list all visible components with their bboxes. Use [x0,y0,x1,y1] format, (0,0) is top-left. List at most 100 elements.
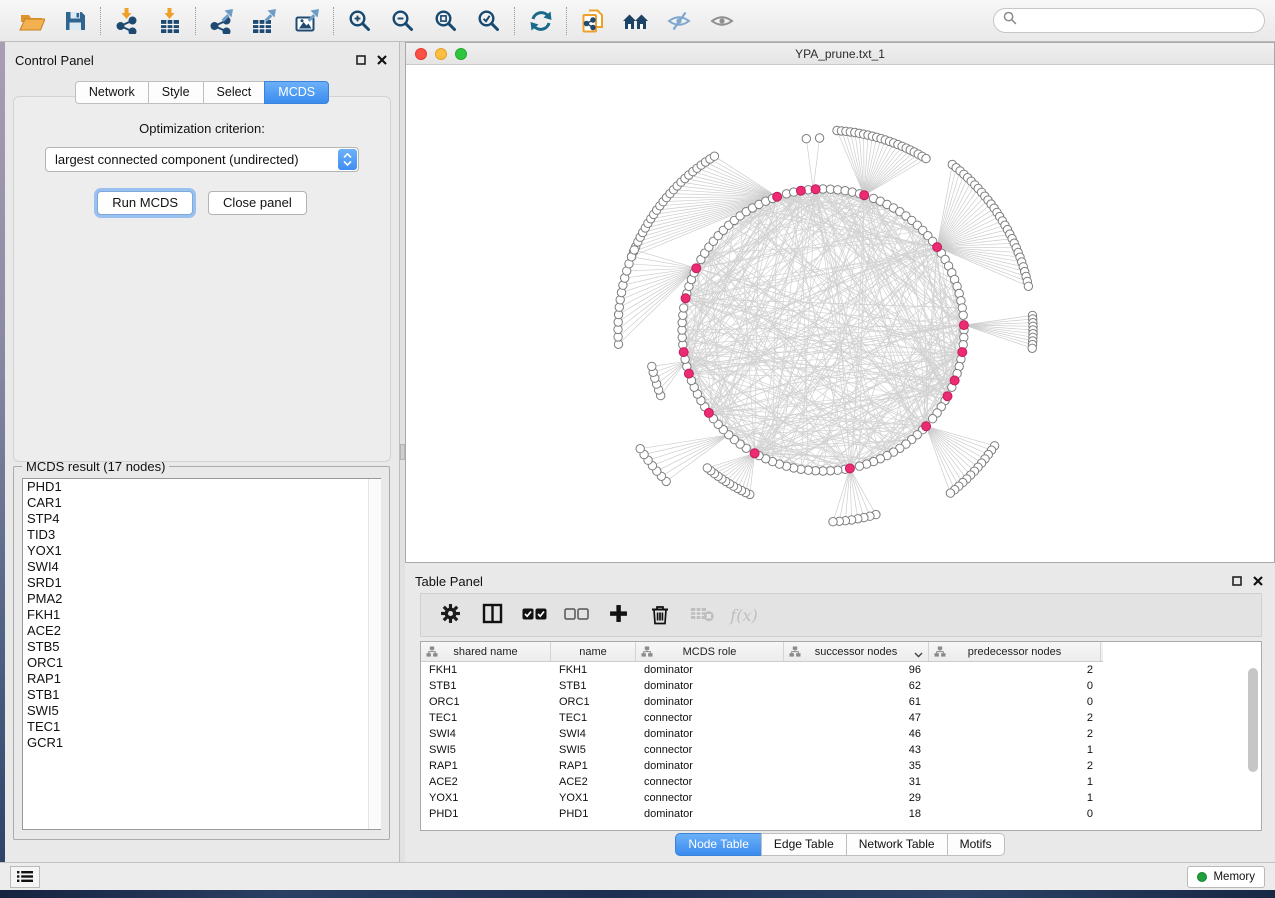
show-all-button[interactable] [700,4,743,38]
tab-network[interactable]: Network [75,81,149,104]
mcds-node[interactable] [811,185,820,194]
mcds-node[interactable] [959,321,968,330]
list-item[interactable]: TID3 [23,527,380,543]
list-item[interactable]: YOX1 [23,543,380,559]
network-graph[interactable] [406,64,1274,562]
list-item[interactable]: STB1 [23,687,380,703]
zoom-out-button[interactable] [381,4,424,38]
table-row[interactable]: YOX1YOX1connector291 [421,790,1261,806]
select-all-button[interactable] [513,600,555,630]
hide-selected-button[interactable] [657,4,700,38]
table-row[interactable]: SWI4SWI4dominator462 [421,726,1261,742]
float-panel-button[interactable] [356,55,366,65]
list-item[interactable]: ACE2 [23,623,380,639]
cell-mcds_role: dominator [636,664,784,676]
mcds-node[interactable] [933,243,942,252]
list-item[interactable]: SWI4 [23,559,380,575]
columns-button[interactable] [471,600,513,630]
tab-network-table[interactable]: Network Table [846,833,948,856]
mcds-node[interactable] [950,376,959,385]
list-item[interactable]: SWI5 [23,703,380,719]
float-table-panel-button[interactable] [1232,576,1242,586]
tab-motifs[interactable]: Motifs [947,833,1005,856]
mcds-node[interactable] [704,408,713,417]
table-scrollbar-thumb[interactable] [1248,668,1258,772]
task-history-button[interactable] [10,866,40,888]
mcds-node[interactable] [750,449,759,458]
optimization-criterion-select[interactable]: largest connected component (undirected) [45,147,359,172]
mcds-node[interactable] [692,264,701,273]
list-item[interactable]: FKH1 [23,607,380,623]
table-row[interactable]: FKH1FKH1dominator962 [421,662,1261,678]
column-header-predecessor_nodes[interactable]: predecessor nodes [929,642,1101,661]
search-input[interactable] [1023,13,1255,29]
mcds-node[interactable] [681,294,690,303]
sort-chevron-icon[interactable] [914,649,923,661]
mcds-node[interactable] [845,464,854,473]
mcds-node[interactable] [860,191,869,200]
table-row[interactable]: RAP1RAP1dominator352 [421,758,1261,774]
export-network-button[interactable] [200,4,243,38]
mcds-node[interactable] [796,186,805,195]
first-neighbors-button[interactable] [614,4,657,38]
tab-mcds[interactable]: MCDS [264,81,329,104]
import-network-button[interactable] [105,4,148,38]
table-row[interactable]: PHD1PHD1dominator180 [421,806,1261,822]
list-item[interactable]: CAR1 [23,495,380,511]
close-table-panel-button[interactable] [1253,576,1263,586]
refresh-button[interactable] [519,4,562,38]
mcds-list-scrollbar[interactable] [368,479,381,829]
list-item[interactable]: RAP1 [23,671,380,687]
mcds-node[interactable] [922,422,931,431]
list-item[interactable]: STP4 [23,511,380,527]
column-header-name[interactable]: name [551,642,636,661]
column-header-shared_name[interactable]: shared name [421,642,551,661]
run-mcds-button[interactable]: Run MCDS [97,191,193,215]
zoom-fit-button[interactable] [424,4,467,38]
zoom-in-button[interactable] [338,4,381,38]
list-item[interactable]: STB5 [23,639,380,655]
clone-network-button[interactable] [571,4,614,38]
list-item[interactable]: PMA2 [23,591,380,607]
search-box[interactable] [993,8,1265,33]
memory-button[interactable]: Memory [1187,866,1265,888]
trash-button[interactable] [639,600,681,630]
close-panel-button[interactable] [377,55,387,65]
gear-button[interactable] [429,600,471,630]
mcds-node[interactable] [958,348,967,357]
open-folder-button[interactable] [10,4,53,38]
mcds-node[interactable] [943,392,952,401]
mcds-node[interactable] [679,348,688,357]
close-mcds-panel-button[interactable]: Close panel [208,191,307,215]
mcds-node[interactable] [773,192,782,201]
list-item[interactable]: ORC1 [23,655,380,671]
table-row[interactable]: STB1STB1dominator620 [421,678,1261,694]
list-item[interactable]: SRD1 [23,575,380,591]
cell-shared_name: YOX1 [421,792,551,804]
export-image-button[interactable] [286,4,329,38]
tab-select[interactable]: Select [203,81,266,104]
cell-name: SWI5 [551,744,636,756]
table-scrollbar[interactable] [1247,664,1259,826]
save-button[interactable] [53,4,96,38]
list-item[interactable]: TEC1 [23,719,380,735]
table-row[interactable]: ORC1ORC1dominator610 [421,694,1261,710]
network-window-titlebar[interactable]: YPA_prune.txt_1 [406,43,1274,65]
list-item[interactable]: PHD1 [23,479,380,495]
deselect-all-button[interactable] [555,600,597,630]
tab-edge-table[interactable]: Edge Table [761,833,847,856]
zoom-selected-button[interactable] [467,4,510,38]
column-header-successor_nodes[interactable]: successor nodes [784,642,929,661]
import-table-button[interactable] [148,4,191,38]
tab-style[interactable]: Style [148,81,204,104]
table-row[interactable]: SWI5SWI5connector431 [421,742,1261,758]
list-item[interactable]: GCR1 [23,735,380,751]
table-row[interactable]: ACE2ACE2connector311 [421,774,1261,790]
network-canvas[interactable] [406,64,1274,562]
mcds-node[interactable] [684,369,693,378]
tab-node-table[interactable]: Node Table [675,833,762,856]
column-header-mcds_role[interactable]: MCDS role [636,642,784,661]
export-table-button[interactable] [243,4,286,38]
add-button[interactable] [597,600,639,630]
table-row[interactable]: TEC1TEC1connector472 [421,710,1261,726]
